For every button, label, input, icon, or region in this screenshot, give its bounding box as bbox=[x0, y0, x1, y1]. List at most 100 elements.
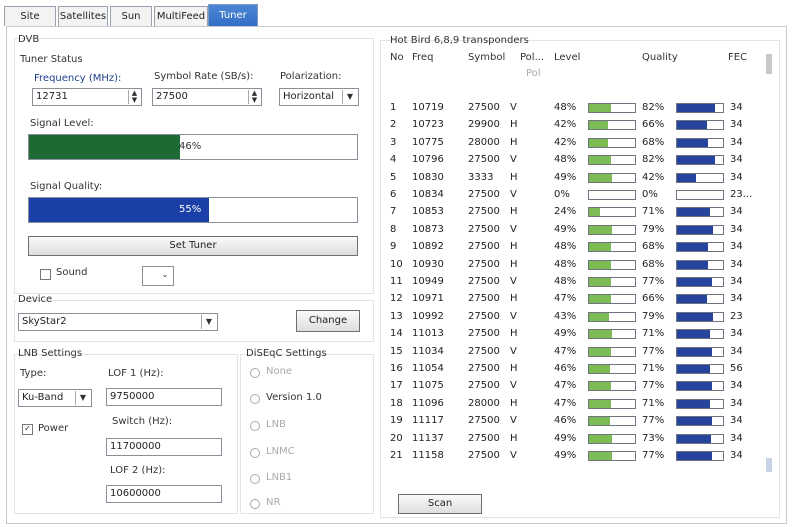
cell-no: 16 bbox=[390, 363, 403, 374]
level-bar-fill bbox=[589, 243, 612, 252]
cell-no: 9 bbox=[390, 241, 397, 253]
quality-bar bbox=[676, 329, 724, 340]
change-button[interactable]: Change bbox=[296, 310, 360, 332]
quality-bar bbox=[676, 416, 724, 427]
tab-satellites[interactable]: Satellites bbox=[58, 6, 108, 26]
frequency-spinner[interactable]: ▲ ▼ bbox=[128, 90, 140, 104]
level-bar bbox=[588, 190, 636, 200]
table-row[interactable]: 1 10719 27500 V 48% 82% 34 bbox=[382, 100, 762, 117]
table-row[interactable]: 5 10830 3333 H 49% 42% 34 bbox=[382, 170, 762, 187]
table-row[interactable]: 21 11158 27500 V 49% 77% 34 bbox=[382, 448, 762, 465]
diseqc-lnb1-radio[interactable] bbox=[250, 474, 260, 484]
cell-fec: 34 bbox=[730, 397, 743, 409]
level-bar bbox=[588, 311, 636, 322]
diseqc-v1-radio[interactable] bbox=[250, 394, 260, 404]
polarization-select[interactable]: Horizontal ▼ bbox=[279, 88, 359, 106]
cell-no: 11 bbox=[390, 276, 403, 287]
table-row[interactable]: 11 10949 27500 V 48% 77% 34 bbox=[382, 274, 762, 291]
table-row[interactable]: 14 11013 27500 H 49% 71% 34 bbox=[382, 326, 762, 343]
col-no[interactable]: No bbox=[390, 52, 404, 63]
table-row[interactable]: 15 11034 27500 V 47% 77% 34 bbox=[382, 344, 762, 361]
lnb-type-select[interactable]: Ku-Band ▼ bbox=[18, 389, 92, 407]
cell-no: 19 bbox=[390, 415, 403, 427]
cell-pol: H bbox=[510, 119, 518, 131]
table-row[interactable]: 10 10930 27500 H 48% 68% 34 bbox=[382, 257, 762, 274]
level-bar bbox=[588, 207, 636, 218]
sound-checkbox[interactable] bbox=[40, 269, 51, 280]
level-bar-fill bbox=[589, 312, 609, 321]
set-tuner-button[interactable]: Set Tuner bbox=[28, 236, 358, 256]
cell-fec: 34 bbox=[730, 241, 743, 253]
table-row[interactable]: 13 10992 27500 V 43% 79% 23 bbox=[382, 309, 762, 326]
col-pol[interactable]: Pol... bbox=[520, 52, 544, 63]
scroll-down-arrow[interactable] bbox=[766, 458, 772, 472]
quality-bar-fill bbox=[677, 399, 710, 408]
sound-dropdown[interactable]: ⌄ bbox=[142, 266, 174, 286]
transponder-list[interactable]: No Freq Symbol Pol... Pol Level Quality … bbox=[382, 38, 774, 512]
frequency-input[interactable]: 12731 ▲ ▼ bbox=[32, 88, 142, 106]
cell-fec: 34 bbox=[730, 136, 743, 148]
level-bar bbox=[588, 364, 636, 374]
tab-sun[interactable]: Sun bbox=[110, 6, 152, 26]
cell-pol: V bbox=[510, 276, 517, 287]
tab-tuner[interactable]: Tuner bbox=[208, 4, 258, 28]
switch-input[interactable]: 11700000 bbox=[106, 438, 222, 456]
col-fec[interactable]: FEC bbox=[728, 52, 747, 63]
cell-freq: 10971 bbox=[412, 293, 444, 305]
lnb-type-label: Type: bbox=[20, 368, 47, 379]
lof1-input[interactable]: 9750000 bbox=[106, 388, 222, 406]
scrollbar-thumb[interactable] bbox=[766, 54, 772, 74]
table-row[interactable]: 12 10971 27500 H 47% 66% 34 bbox=[382, 291, 762, 308]
diseqc-none-radio[interactable] bbox=[250, 368, 260, 378]
tab-site-label: Site bbox=[20, 11, 40, 22]
table-row[interactable]: 18 11096 28000 H 47% 71% 34 bbox=[382, 396, 762, 413]
polarization-label: Polarization: bbox=[280, 71, 342, 82]
table-row[interactable]: 2 10723 29900 H 42% 66% 34 bbox=[382, 117, 762, 134]
table-row[interactable]: 19 11117 27500 V 46% 77% 34 bbox=[382, 413, 762, 430]
quality-bar-fill bbox=[677, 225, 714, 234]
cell-symbol: 27500 bbox=[468, 223, 500, 235]
diseqc-lnb-radio[interactable] bbox=[250, 421, 260, 431]
symbol-rate-spinner[interactable]: ▲ ▼ bbox=[248, 90, 260, 104]
power-checkbox[interactable]: ✓ bbox=[22, 424, 33, 435]
table-row[interactable]: 16 11054 27500 H 46% 71% 56 bbox=[382, 361, 762, 378]
quality-bar-fill bbox=[677, 138, 709, 147]
table-row[interactable]: 7 10853 27500 H 24% 71% 34 bbox=[382, 204, 762, 221]
cell-symbol: 27500 bbox=[468, 363, 500, 374]
cell-fec: 56 bbox=[730, 363, 743, 374]
table-row[interactable]: 20 11137 27500 H 49% 73% 34 bbox=[382, 431, 762, 448]
table-row[interactable]: 9 10892 27500 H 48% 68% 34 bbox=[382, 239, 762, 256]
col-quality[interactable]: Quality bbox=[642, 52, 678, 63]
tab-site[interactable]: Site bbox=[4, 6, 56, 26]
col-level[interactable]: Level bbox=[554, 52, 580, 63]
table-row[interactable]: 3 10775 28000 H 42% 68% 34 bbox=[382, 135, 762, 152]
table-row[interactable]: 4 10796 27500 V 48% 82% 34 bbox=[382, 152, 762, 169]
device-label: Device bbox=[18, 294, 53, 305]
symbol-rate-input[interactable]: 27500 ▲ ▼ bbox=[152, 88, 262, 106]
table-row[interactable]: 8 10873 27500 V 49% 79% 34 bbox=[382, 222, 762, 239]
power-label: Power bbox=[38, 423, 69, 434]
cell-quality: 68% bbox=[642, 258, 665, 270]
quality-bar-fill bbox=[677, 156, 715, 165]
table-row[interactable]: 6 10834 27500 V 0% 0% 23... bbox=[382, 187, 762, 204]
col-freq[interactable]: Freq bbox=[412, 52, 433, 63]
col-symbol[interactable]: Symbol bbox=[468, 52, 505, 63]
cell-level: 47% bbox=[554, 380, 577, 392]
scan-button[interactable]: Scan bbox=[398, 494, 482, 514]
cell-freq: 10834 bbox=[412, 189, 444, 200]
tab-multifeed[interactable]: MultiFeed bbox=[154, 6, 208, 26]
level-bar-fill bbox=[589, 121, 609, 130]
diseqc-nr-radio[interactable] bbox=[250, 499, 260, 509]
cell-level: 47% bbox=[554, 293, 577, 305]
lof2-input[interactable]: 10600000 bbox=[106, 485, 222, 503]
cell-level: 24% bbox=[554, 206, 577, 218]
cell-symbol: 3333 bbox=[468, 171, 494, 183]
diseqc-lnmc-radio[interactable] bbox=[250, 448, 260, 458]
cell-no: 5 bbox=[390, 171, 397, 183]
cell-symbol: 27500 bbox=[468, 345, 500, 357]
table-row[interactable]: 17 11075 27500 V 47% 77% 34 bbox=[382, 378, 762, 395]
cell-pol: V bbox=[510, 223, 517, 235]
device-select[interactable]: SkyStar2 ▼ bbox=[18, 313, 218, 331]
cell-symbol: 27500 bbox=[468, 154, 500, 166]
cell-freq: 10796 bbox=[412, 154, 444, 166]
